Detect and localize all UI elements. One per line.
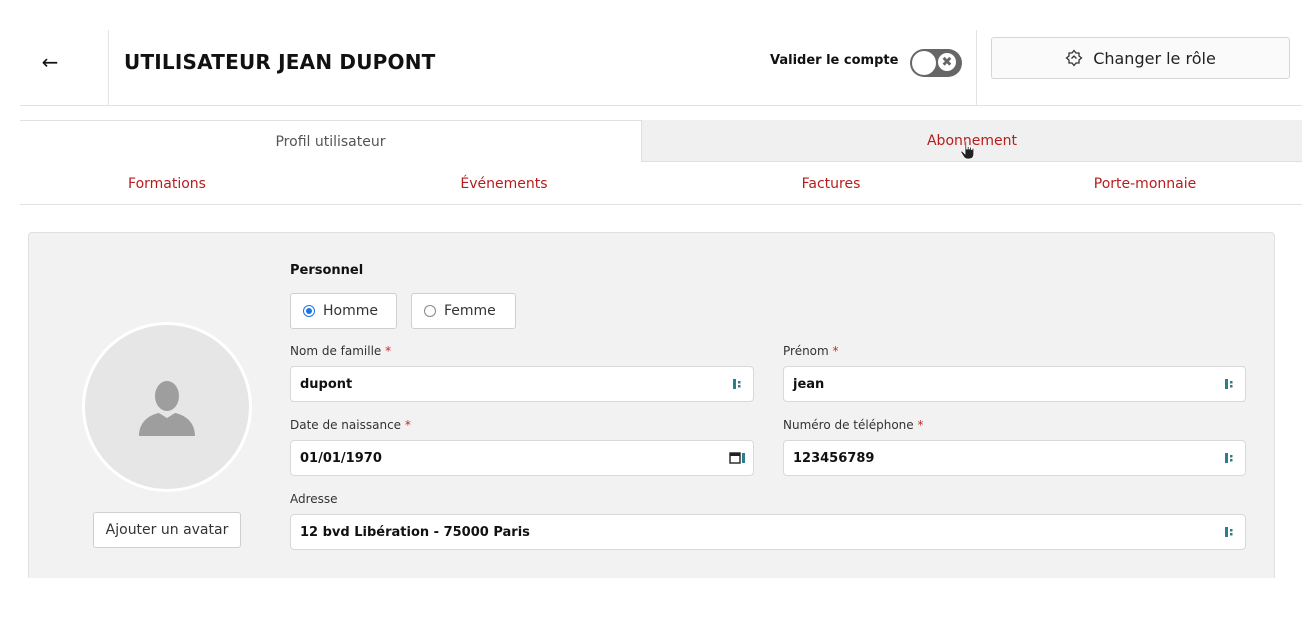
subtab-formations[interactable]: Formations <box>20 172 314 196</box>
birth-date-label: Date de naissance * <box>290 418 411 432</box>
page-title: UTILISATEUR JEAN DUPONT <box>124 50 436 74</box>
header-divider <box>20 105 1302 106</box>
field-edit-icon <box>733 379 741 389</box>
last-name-value: dupont <box>300 376 353 392</box>
subtab-porte-monnaie[interactable]: Porte-monnaie <box>996 172 1294 196</box>
birth-date-input[interactable]: 01/01/1970 <box>290 440 754 476</box>
toggle-knob <box>912 51 936 75</box>
address-label: Adresse <box>290 492 338 506</box>
avatar <box>82 322 252 492</box>
phone-label: Numéro de téléphone * <box>783 418 924 432</box>
hand-cursor-icon <box>960 140 975 160</box>
gender-option-homme[interactable]: Homme <box>290 293 397 329</box>
radio-selected-icon <box>303 305 315 317</box>
last-name-input[interactable]: dupont <box>290 366 754 402</box>
first-name-value: jean <box>793 376 825 392</box>
radio-unselected-icon <box>424 305 436 317</box>
validate-account-toggle[interactable]: ✖ <box>910 49 962 77</box>
add-avatar-button[interactable]: Ajouter un avatar <box>93 512 241 548</box>
change-role-button[interactable]: Changer le rôle <box>991 37 1290 79</box>
subtab-factures[interactable]: Factures <box>684 172 978 196</box>
calendar-icon <box>729 452 745 464</box>
address-value: 12 bvd Libération - 75000 Paris <box>300 524 530 540</box>
change-role-label: Changer le rôle <box>1093 48 1216 68</box>
header-divider-left <box>108 30 109 106</box>
address-input[interactable]: 12 bvd Libération - 75000 Paris <box>290 514 1246 550</box>
field-edit-icon <box>1225 379 1233 389</box>
gender-option-femme[interactable]: Femme <box>411 293 516 329</box>
user-silhouette-icon <box>139 381 195 436</box>
header-divider-right <box>976 30 977 106</box>
subtab-divider <box>20 204 1302 205</box>
role-badge-icon <box>1065 49 1083 67</box>
back-arrow-icon[interactable]: ← <box>30 40 70 84</box>
gender-femme-label: Femme <box>444 303 496 319</box>
toggle-off-icon: ✖ <box>938 53 956 71</box>
first-name-input[interactable]: jean <box>783 366 1246 402</box>
section-title-personnel: Personnel <box>290 263 364 278</box>
phone-input[interactable]: 123456789 <box>783 440 1246 476</box>
birth-date-value: 01/01/1970 <box>300 450 382 466</box>
last-name-label: Nom de famille * <box>290 344 392 358</box>
first-name-label: Prénom * <box>783 344 839 358</box>
field-edit-icon <box>1225 527 1233 537</box>
validate-account-label: Valider le compte <box>770 53 899 68</box>
field-edit-icon <box>1225 453 1233 463</box>
phone-value: 123456789 <box>793 450 875 466</box>
tab-profil-utilisateur[interactable]: Profil utilisateur <box>20 120 642 162</box>
gender-homme-label: Homme <box>323 303 378 319</box>
subtab-evenements[interactable]: Événements <box>356 172 652 196</box>
